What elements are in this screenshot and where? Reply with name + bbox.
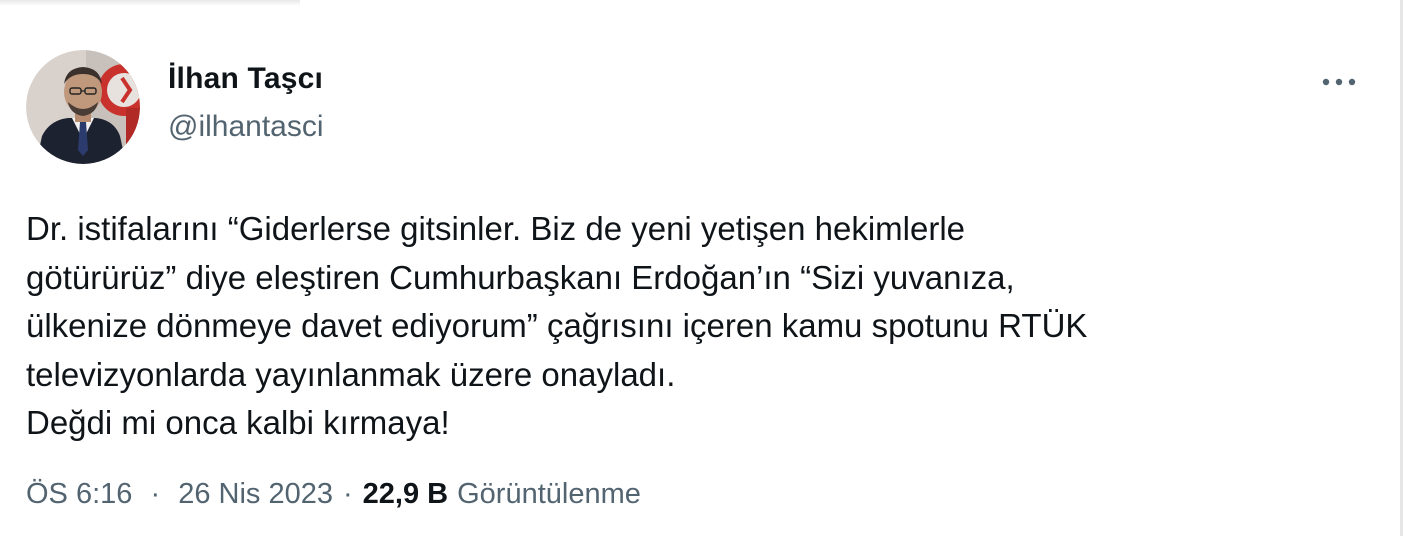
more-options-button[interactable] (1316, 68, 1362, 96)
author-handle[interactable]: @ilhantasci (168, 110, 324, 144)
tweet-text: Dr. istifalarını “Giderlerse gitsinler. … (26, 205, 1366, 448)
tweet-text-line: Dr. istifalarını “Giderlerse gitsinler. … (26, 210, 966, 247)
tweet-card: İlhan Taşcı @ilhantasci Dr. istifalarını… (0, 0, 1403, 536)
tweet-text-line: Değdi mi onca kalbi kırmaya! (26, 404, 450, 441)
views-link[interactable]: 22,9 B Görüntülenme (363, 478, 641, 511)
tweet-header: İlhan Taşcı @ilhantasci (26, 50, 324, 164)
tweet-date: 26 Nis 2023 (178, 478, 333, 510)
tweet-timestamp[interactable]: ÖS 6:16 · 26 Nis 2023 (26, 478, 333, 511)
more-horizontal-icon (1322, 78, 1356, 86)
views-label: Görüntülenme (457, 478, 641, 510)
meta-separator: · (150, 478, 161, 510)
tweet-meta: ÖS 6:16 · 26 Nis 2023 · 22,9 B Görüntülen… (26, 478, 641, 511)
author-block: İlhan Taşcı @ilhantasci (168, 62, 324, 144)
tweet-text-line: televizyonlarda yayınlanmak üzere onayla… (26, 355, 676, 393)
views-count: 22,9 B (362, 478, 449, 510)
tweet-text-line: ülkenize dönmeye davet ediyorum” çağrısı… (26, 307, 1088, 344)
top-divider (0, 0, 300, 6)
tweet-text-line: götürürüz” diye eleştiren Cumhurbaşkanı … (26, 258, 1015, 296)
avatar[interactable] (26, 50, 140, 164)
tweet-time: ÖS 6:16 (26, 478, 133, 510)
author-display-name[interactable]: İlhan Taşcı (168, 62, 324, 96)
meta-separator: · (342, 478, 353, 510)
